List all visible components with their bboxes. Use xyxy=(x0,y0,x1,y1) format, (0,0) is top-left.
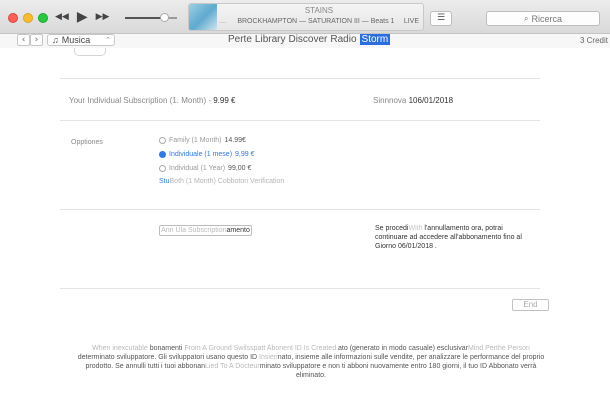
media-type-label: Musica xyxy=(61,35,91,45)
current-subscription: Your Individual Subscription (1. Month) … xyxy=(69,96,235,105)
link-faded-text: Both (1 Month) Cobbotori Verification xyxy=(169,178,285,185)
footer-line-2: determinato sviluppatore. Gli sviluppato… xyxy=(72,353,550,362)
tab-perte[interactable]: Perte xyxy=(228,34,252,45)
divider xyxy=(60,120,540,121)
window-controls xyxy=(8,13,48,23)
search-placeholder: Ricerca xyxy=(531,13,562,24)
tab-library[interactable]: Library xyxy=(255,34,286,45)
playback-controls: ◀◀ ▶ ▶▶ xyxy=(55,10,109,24)
option-label: Family (1 Month) xyxy=(169,137,222,144)
scrollbar[interactable] xyxy=(605,48,609,406)
notice-faded-text: With xyxy=(408,225,423,232)
renewal-info: Sinnnova 106/01/2018 xyxy=(373,96,453,105)
footer-text: minato sviluppatore e non ti abboni nuov… xyxy=(259,363,537,370)
option-label: Individuale (1 mese) xyxy=(169,151,233,158)
tab-storm[interactable]: Storm xyxy=(359,34,391,45)
footer-faded-text: Mind Perthe Person xyxy=(468,345,530,352)
cancel-text: amento xyxy=(226,227,250,234)
search-field[interactable]: ⌕ Ricerca xyxy=(486,11,600,26)
option-price: 14.99€ xyxy=(224,137,246,144)
volume-slider[interactable] xyxy=(125,13,177,22)
footer-text: ato (generato in modo casuale) esclusiva… xyxy=(338,345,468,352)
notice-text: l'annullamento ora, potrai xyxy=(422,225,503,232)
app-icon xyxy=(74,48,106,56)
student-verification-link[interactable]: StuBoth (1 Month) Cobbotori Verification xyxy=(159,178,284,185)
footer-faded-text: When inexcutable xyxy=(92,345,150,352)
navigation-bar: ‹ › ♫ Musica ⌃ Perte Library Discover Ra… xyxy=(0,34,610,48)
title-bar: ◀◀ ▶ ▶▶ STAINS .... BROCKHAMPTON — SATUR… xyxy=(0,0,610,34)
up-next-list-button[interactable]: ☰ xyxy=(430,11,452,26)
back-button[interactable]: ‹ xyxy=(17,34,30,46)
renewal-date: 106/01/2018 xyxy=(408,96,454,105)
now-playing-display: STAINS .... BROCKHAMPTON — SATURATION II… xyxy=(188,3,424,31)
link-text: Stu xyxy=(159,178,170,185)
subscription-label: Your Individual Subscription (1. Month) … xyxy=(69,96,214,105)
fast-forward-icon[interactable]: ▶▶ xyxy=(96,12,110,22)
radio-button[interactable] xyxy=(159,165,166,172)
forward-button[interactable]: › xyxy=(30,34,43,46)
footer-faded-text: From A Ground Swilsspatt Abonent ID Is C… xyxy=(184,345,339,352)
footer-line-1: When inexcutable bonamenti From A Ground… xyxy=(72,344,550,353)
list-icon: ☰ xyxy=(436,13,446,23)
chevron-left-icon: ‹ xyxy=(21,35,26,45)
cancel-notice: Se procediWith l'annullamento ora, potra… xyxy=(375,224,550,251)
footer-faded-text: Lied To A Docteur xyxy=(205,363,260,370)
now-playing-title: STAINS xyxy=(304,6,334,15)
notice-line-2: continuare ad accedere all'abbonamento f… xyxy=(375,234,522,241)
rewind-icon[interactable]: ◀◀ xyxy=(55,12,69,22)
divider xyxy=(60,78,540,79)
cancel-faded-text: Ann Ula Subscription xyxy=(161,227,227,234)
music-note-icon: ♫ xyxy=(52,35,59,45)
volume-fill xyxy=(125,17,164,19)
section-tabs: Perte Library Discover Radio Storm xyxy=(228,34,391,45)
footer-disclaimer: When inexcutable bonamenti From A Ground… xyxy=(72,344,550,380)
option-label: Individual (1 Year) xyxy=(169,165,226,172)
now-playing-artist: BROCKHAMPTON — SATURATION III — Beats 1 xyxy=(237,18,395,25)
notice-text: Se procedi xyxy=(375,225,409,232)
radio-button[interactable] xyxy=(159,137,166,144)
now-playing-line: .... BROCKHAMPTON — SATURATION III — Bea… xyxy=(219,18,419,25)
option-family[interactable]: Family (1 Month) 14.99€ xyxy=(159,137,246,144)
end-button[interactable]: End xyxy=(512,299,549,311)
volume-knob[interactable] xyxy=(160,13,169,22)
chevron-right-icon: › xyxy=(34,35,39,45)
close-window-button[interactable] xyxy=(8,13,18,23)
live-badge: LIVE xyxy=(403,18,419,25)
tab-discover[interactable]: Discover xyxy=(288,34,327,45)
option-price: 9,99 € xyxy=(235,151,255,158)
footer-text: nato, insieme alle informazioni sulle ve… xyxy=(277,354,545,361)
options-label: Opptiones xyxy=(71,139,103,146)
cancel-subscription-button[interactable]: Ann Ula Subscriptionamento xyxy=(159,225,252,236)
radio-button-selected[interactable] xyxy=(159,151,166,158)
footer-text: prodotto. Se annulli tutti i tuoi abbona… xyxy=(85,363,206,370)
zoom-window-button[interactable] xyxy=(38,13,48,23)
divider xyxy=(60,209,540,210)
media-type-select[interactable]: ♫ Musica ⌃ xyxy=(47,34,115,46)
option-individual-yearly[interactable]: Individual (1 Year) 99,00 € xyxy=(159,165,251,172)
subscription-price: 9.99 € xyxy=(213,96,236,105)
tab-radio[interactable]: Radio xyxy=(330,34,356,45)
footer-faded-text: Insieri xyxy=(259,354,278,361)
notice-line-1: Se procediWith l'annullamento ora, potra… xyxy=(375,224,550,233)
footer-line-4: eliminato. xyxy=(296,372,326,379)
option-individual-monthly[interactable]: Individuale (1 mese) 9,99 € xyxy=(159,151,255,158)
footer-text: bonamenti xyxy=(149,345,185,352)
notice-line-3: Giorno 06/01/2018 . xyxy=(375,243,437,250)
minimize-window-button[interactable] xyxy=(23,13,33,23)
renewal-label: Sinnnova xyxy=(373,96,409,105)
subscription-panel: Your Individual Subscription (1. Month) … xyxy=(0,48,610,406)
option-price: 99,00 € xyxy=(228,165,252,172)
footer-text: determinato sviluppatore. Gli sviluppato… xyxy=(77,354,260,361)
search-icon: ⌕ xyxy=(524,13,529,23)
album-artwork[interactable] xyxy=(189,4,217,30)
footer-line-3: prodotto. Se annulli tutti i tuoi abbona… xyxy=(72,362,550,371)
account-credit[interactable]: 3 Credit xyxy=(580,36,608,45)
chevron-updown-icon: ⌃ xyxy=(105,36,111,44)
divider xyxy=(60,288,540,289)
now-playing-dots: .... xyxy=(219,18,227,25)
play-icon[interactable]: ▶ xyxy=(77,10,88,24)
